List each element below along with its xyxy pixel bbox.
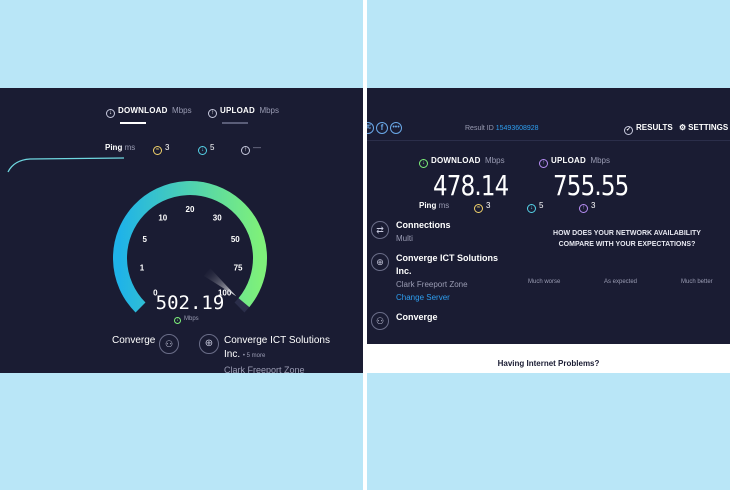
upload-tab-underline xyxy=(222,122,248,124)
rating-low-label: Much worse xyxy=(528,279,561,285)
speedtest-in-progress-panel: ↓ DOWNLOAD Mbps ↑ UPLOAD Mbps Ping ms ≈3 ↓… xyxy=(0,88,363,373)
globe-icon: ⊕ xyxy=(199,334,219,354)
user-icon: ⚇ xyxy=(371,312,389,330)
server-info[interactable]: Converge ICT Solutions Inc. • 5 more Cla… xyxy=(224,334,330,373)
checkmark-icon: ✓ xyxy=(624,126,633,135)
upload-speed-value: 755.55 xyxy=(553,169,629,202)
ping-download: ↓ 5 xyxy=(198,143,214,155)
download-tab[interactable]: ↓ DOWNLOAD Mbps xyxy=(106,100,192,118)
change-server-link[interactable]: Change Server xyxy=(396,291,498,304)
social-share-icon[interactable]: ⌘ xyxy=(367,122,374,134)
ping-download: ↓ 5 xyxy=(527,201,543,213)
server-name-line2: Inc. xyxy=(224,349,241,360)
server-more[interactable]: • 5 more xyxy=(243,353,265,359)
gauge-tick-50: 50 xyxy=(231,235,240,244)
rating-high-label: Much better xyxy=(681,279,713,285)
connections-info: Connections Multi xyxy=(396,220,451,243)
survey-question: HOW DOES YOUR NETWORK AVAILABILITY COMPA… xyxy=(553,230,701,248)
result-id-link[interactable]: 15493608928 xyxy=(496,125,539,132)
upload-arrow-icon: ↑ xyxy=(539,159,548,168)
user-icon: ⚇ xyxy=(159,334,179,354)
isp-name: Converge xyxy=(112,335,156,346)
ping-idle: ≈3 xyxy=(153,143,169,155)
idle-latency-icon: ≈ xyxy=(474,204,483,213)
result-id: Result ID 15493608928 xyxy=(465,125,539,132)
ping-idle: ≈3 xyxy=(474,201,490,213)
isp-name: Converge xyxy=(396,312,438,322)
more-options-icon[interactable]: ••• xyxy=(390,122,402,134)
gauge-tick-20: 20 xyxy=(186,205,195,214)
upload-result: ↑ UPLOAD Mbps 755.55 xyxy=(539,150,645,202)
upload-latency-icon: ↑ xyxy=(579,204,588,213)
upload-arrow-icon: ↑ xyxy=(208,109,217,118)
ping-row: Ping ms xyxy=(419,201,450,210)
server-info: Converge ICT Solutions Inc. Clark Freepo… xyxy=(396,253,499,304)
speedtest-result-panel: ⌘ f ••• Result ID 15493608928 ✓ RESULTS ⚙… xyxy=(367,88,730,373)
server-name: Converge ICT Solutions xyxy=(224,335,330,346)
rating-mid-label: As expected xyxy=(604,279,638,285)
download-arrow-icon: ↓ xyxy=(106,109,115,118)
gauge-tick-1: 1 xyxy=(140,264,145,273)
download-small-icon: ↓ xyxy=(174,317,181,324)
download-arrow-icon: ↓ xyxy=(419,159,428,168)
gauge-tick-30: 30 xyxy=(213,213,222,222)
ping-row: Ping ms xyxy=(105,143,136,152)
server-location: Clark Freeport Zone xyxy=(224,365,305,373)
ping-upload: ↑ 3 xyxy=(579,201,595,213)
help-banner: Having Internet Problems? xyxy=(367,344,730,373)
gauge-tick-5: 5 xyxy=(143,235,148,244)
gauge-speed-value: 502.19 xyxy=(156,292,225,314)
gauge-tick-10: 10 xyxy=(158,213,167,222)
ping-upload: ↑ — xyxy=(241,143,261,155)
download-tab-underline xyxy=(120,122,146,124)
upload-latency-icon: ↑ xyxy=(241,146,250,155)
connections-icon: ⇄ xyxy=(371,221,389,239)
globe-icon: ⊕ xyxy=(371,253,389,271)
gear-icon: ⚙ xyxy=(679,123,687,132)
help-banner-text[interactable]: Having Internet Problems? xyxy=(367,359,730,368)
settings-button[interactable]: ⚙ SETTINGS xyxy=(679,123,728,132)
header-divider xyxy=(367,140,730,141)
download-latency-icon: ↓ xyxy=(527,204,536,213)
download-latency-icon: ↓ xyxy=(198,146,207,155)
upload-tab[interactable]: ↑ UPLOAD Mbps xyxy=(208,100,279,118)
download-result: ↓ DOWNLOAD Mbps 478.14 xyxy=(419,150,525,202)
gauge-tick-75: 75 xyxy=(234,264,243,273)
results-button[interactable]: ✓ RESULTS xyxy=(624,123,673,135)
facebook-icon[interactable]: f xyxy=(376,122,388,134)
idle-latency-icon: ≈ xyxy=(153,146,162,155)
speed-gauge[interactable]: 0 1 5 10 20 30 50 75 100 502.19 xyxy=(100,168,280,318)
gauge-unit-label: ↓ Mbps xyxy=(174,316,199,324)
download-speed-value: 478.14 xyxy=(433,169,509,202)
